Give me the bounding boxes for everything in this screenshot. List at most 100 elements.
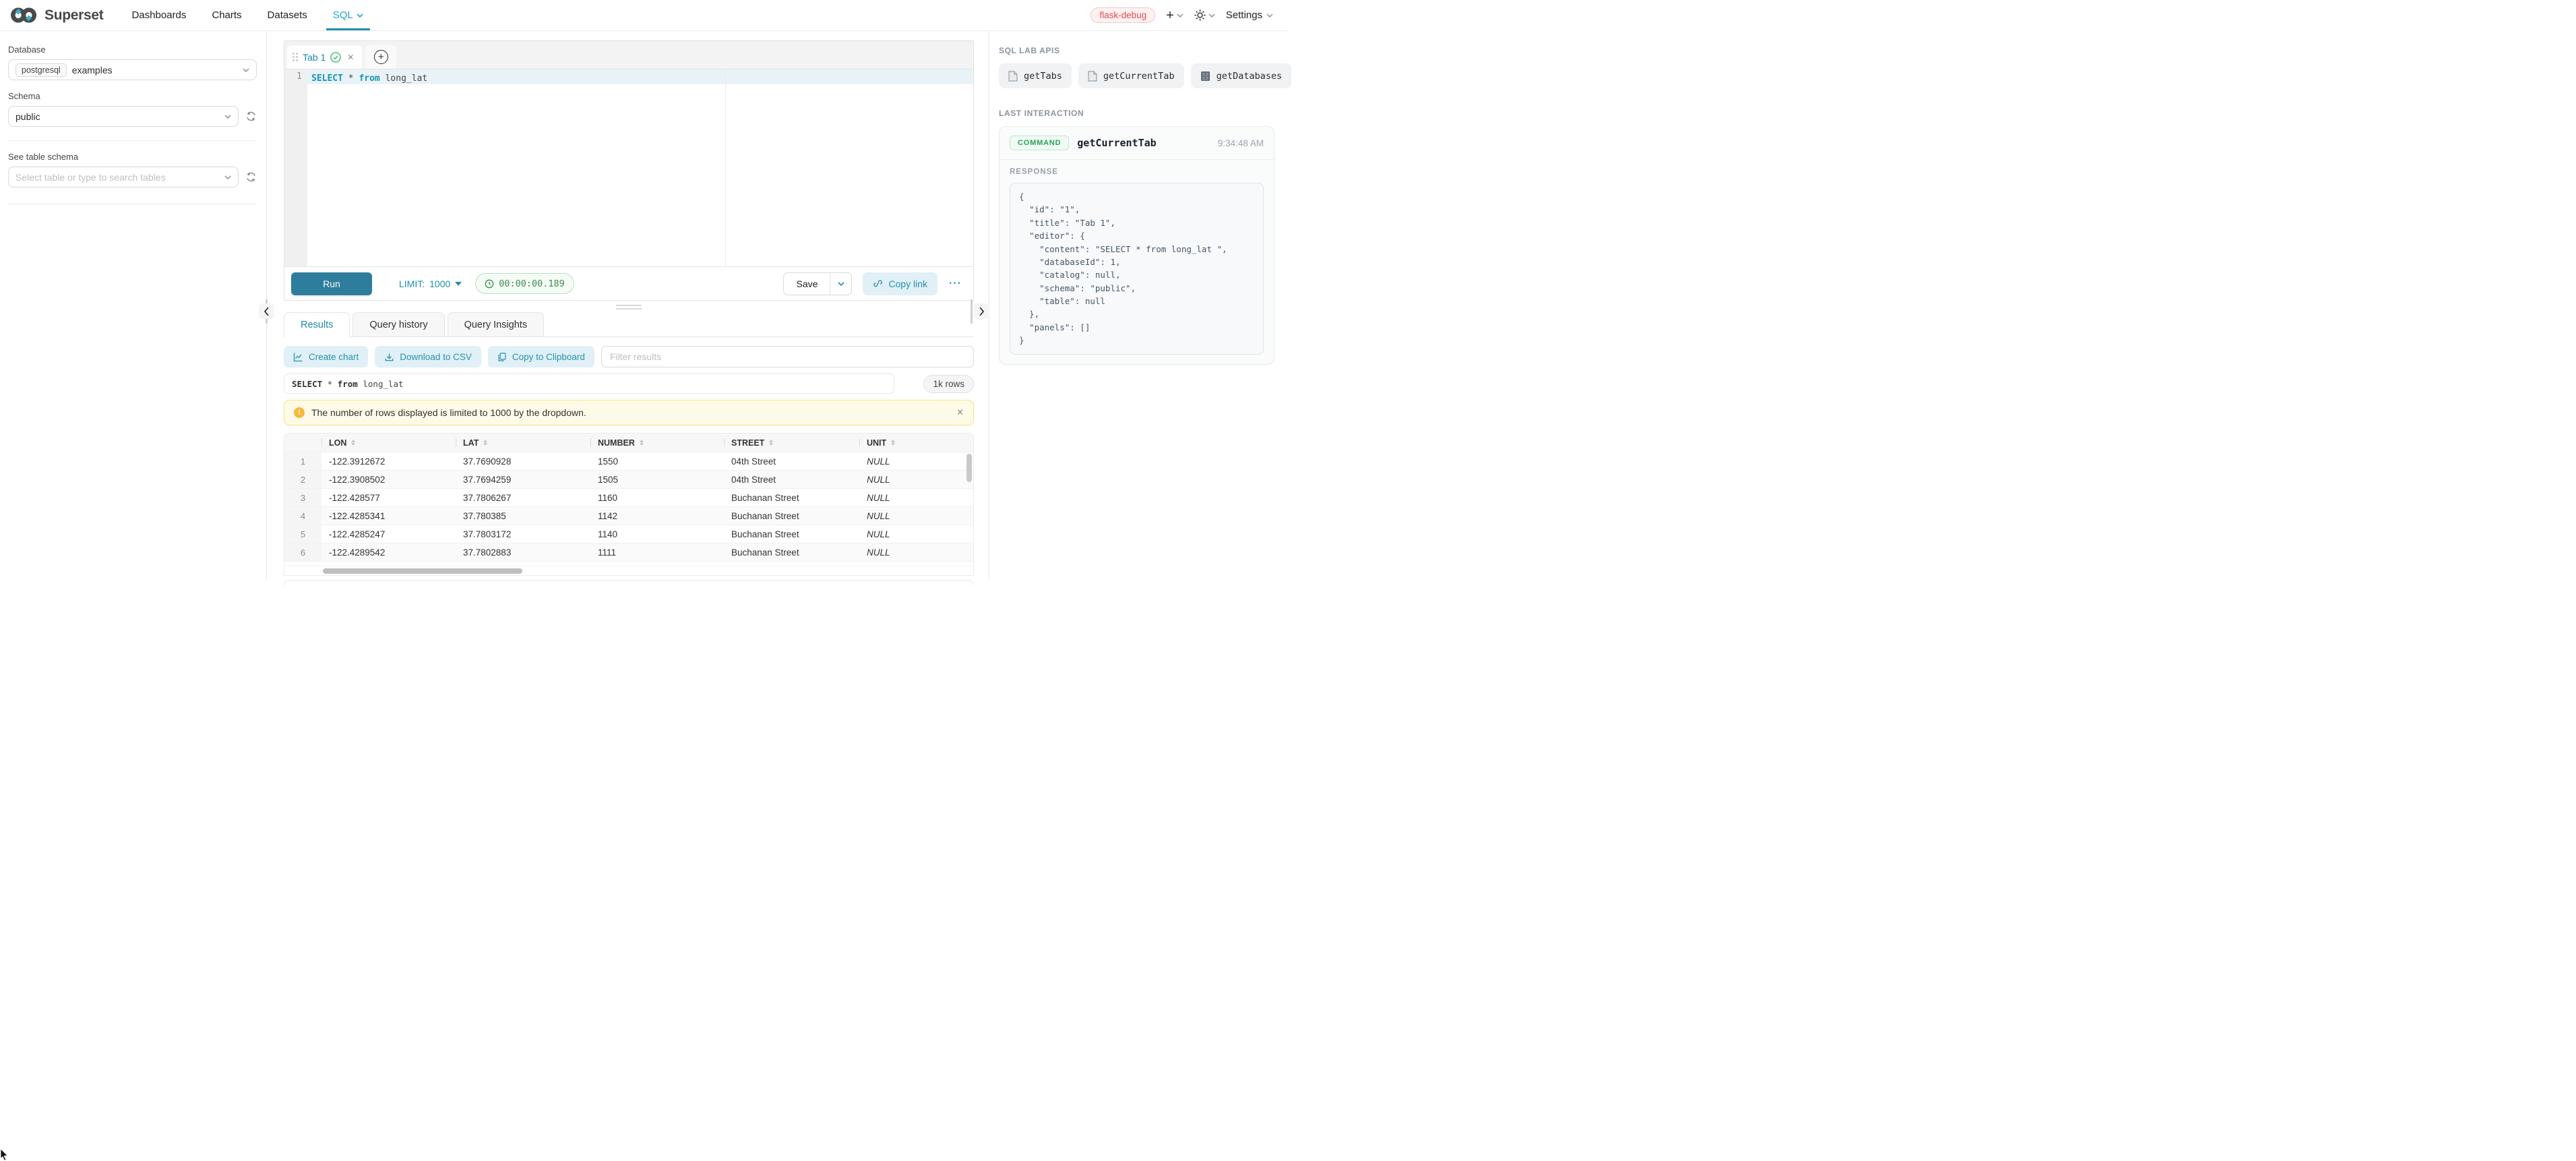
settings-menu[interactable]: Settings	[1226, 9, 1273, 21]
right-splitter-scrollbar[interactable]	[971, 299, 973, 324]
plus-circle-icon: +	[374, 50, 388, 64]
plus-icon: +	[1166, 9, 1174, 22]
page-icon	[1088, 71, 1097, 82]
sort-icon[interactable]	[891, 440, 895, 446]
nav-sql[interactable]: SQL	[333, 0, 363, 30]
sql-lab-api-panel: SQL LAB APIS getTabs getCurrentTab	[989, 31, 1288, 580]
results-panel: Results Query history Query Insights Cre…	[284, 311, 974, 585]
column-header-street[interactable]: STREET	[724, 434, 859, 452]
chevron-down-icon	[224, 175, 231, 179]
sort-icon[interactable]	[483, 440, 487, 446]
row-count-badge: 1k rows	[923, 375, 974, 393]
nav-datasets[interactable]: Datasets	[268, 0, 307, 30]
cell-lat: 37.7802883	[456, 543, 590, 561]
save-options-button[interactable]	[830, 273, 851, 295]
column-header-unit[interactable]: UNIT	[859, 434, 973, 452]
api-panel-title: SQL LAB APIS	[999, 46, 1275, 55]
row-number: 5	[284, 525, 321, 543]
save-button[interactable]: Save	[784, 273, 830, 295]
new-item-button[interactable]: +	[1166, 9, 1184, 22]
table-row[interactable]: 6 -122.4289542 37.7802883 1111 Buchanan …	[284, 543, 973, 561]
page-icon	[1008, 71, 1018, 82]
table-row[interactable]: 3 -122.428577 37.7806267 1160 Buchanan S…	[284, 488, 973, 506]
print-margin-line	[725, 69, 726, 266]
panel-resize-handle[interactable]	[284, 302, 974, 311]
tab-query-history[interactable]: Query history	[352, 312, 444, 336]
column-header-number[interactable]: NUMBER	[590, 434, 724, 452]
cell-number: 1505	[590, 471, 724, 488]
partial-row	[284, 561, 973, 566]
collapse-left-panel-button[interactable]	[259, 303, 274, 319]
add-tab-button[interactable]: +	[365, 45, 396, 69]
last-interaction-title: LAST INTERACTION	[999, 109, 1275, 118]
cell-number: 1550	[590, 452, 724, 470]
theme-toggle[interactable]	[1194, 9, 1215, 21]
results-tabs: Results Query history Query Insights	[284, 311, 974, 337]
chevron-down-icon	[1266, 13, 1273, 18]
limit-dropdown[interactable]: LIMIT: 1000	[399, 278, 462, 289]
main-nav: Dashboards Charts Datasets SQL	[131, 0, 363, 30]
line-number: 1	[284, 71, 302, 82]
download-icon	[384, 352, 394, 362]
scrollbar-thumb[interactable]	[323, 568, 522, 574]
drag-handle-icon[interactable]	[293, 53, 298, 61]
nav-dashboards[interactable]: Dashboards	[131, 0, 186, 30]
editor-tab-1[interactable]: Tab 1 ✕	[287, 45, 362, 69]
get-databases-button[interactable]: getDatabases	[1191, 63, 1292, 88]
get-tabs-button[interactable]: getTabs	[999, 63, 1072, 88]
nav-charts[interactable]: Charts	[212, 0, 241, 30]
executed-query-row: SELECT * from long_lat 1k rows	[284, 374, 974, 394]
create-chart-button[interactable]: Create chart	[284, 346, 368, 367]
cell-street: 04th Street	[724, 471, 859, 488]
check-circle-icon	[330, 52, 341, 63]
row-number: 2	[284, 471, 321, 488]
more-actions-button[interactable]: ⋯	[948, 276, 962, 291]
sql-editor-card: Tab 1 ✕ + 1	[284, 40, 974, 301]
cell-street: 04th Street	[724, 452, 859, 470]
collapse-right-panel-button[interactable]	[974, 303, 989, 319]
database-label: Database	[8, 44, 257, 55]
schema-label: Schema	[8, 91, 257, 101]
superset-logo[interactable]: Superset	[11, 6, 103, 24]
get-current-tab-button[interactable]: getCurrentTab	[1078, 63, 1184, 88]
filter-results-input[interactable]	[601, 346, 974, 367]
sql-code-editor[interactable]: 1 SELECT * from long_lat	[284, 69, 973, 266]
row-number: 6	[284, 543, 321, 561]
table-select[interactable]: Select table or type to search tables	[8, 167, 239, 187]
chevron-down-icon	[243, 68, 249, 72]
tab-results[interactable]: Results	[284, 312, 350, 337]
column-header-lat[interactable]: LAT	[456, 434, 590, 452]
database-select[interactable]: postgresql examples	[8, 59, 257, 80]
table-row[interactable]: 2 -122.3908502 37.7694259 1505 04th Stre…	[284, 470, 973, 488]
table-row[interactable]: 4 -122.4285341 37.780385 1142 Buchanan S…	[284, 506, 973, 525]
table-row[interactable]: 5 -122.4285247 37.7803172 1140 Buchanan …	[284, 525, 973, 543]
cell-lon: -122.428577	[321, 489, 456, 506]
schema-select[interactable]: public	[8, 106, 239, 127]
vertical-scrollbar-thumb[interactable]	[967, 454, 972, 482]
copy-to-clipboard-button[interactable]: Copy to Clipboard	[488, 346, 594, 367]
column-header-lon[interactable]: LON	[321, 434, 456, 452]
sort-icon[interactable]	[640, 440, 644, 446]
refresh-tables-icon[interactable]	[245, 171, 257, 183]
sort-icon[interactable]	[769, 440, 773, 446]
link-icon	[873, 278, 883, 289]
results-table: LON LAT NUMBER STREET UNIT 1 -122.391267…	[284, 433, 974, 576]
cell-unit: NULL	[859, 471, 973, 488]
download-csv-button[interactable]: Download to CSV	[375, 346, 481, 367]
run-button[interactable]: Run	[291, 272, 372, 295]
sort-icon[interactable]	[351, 440, 355, 446]
refresh-schemas-icon[interactable]	[245, 111, 257, 122]
table-schema-label: See table schema	[8, 152, 257, 162]
horizontal-scrollbar[interactable]	[284, 566, 973, 575]
chevron-down-icon	[357, 13, 363, 18]
row-number: 1	[284, 452, 321, 470]
editor-gutter: 1	[284, 69, 307, 266]
copy-link-button[interactable]: Copy link	[863, 272, 938, 295]
close-warning-icon[interactable]: ✕	[956, 407, 964, 418]
cell-street: Buchanan Street	[724, 507, 859, 525]
close-tab-icon[interactable]: ✕	[347, 53, 354, 62]
cell-lat: 37.7803172	[456, 525, 590, 543]
tab-query-insights[interactable]: Query Insights	[448, 312, 545, 336]
table-row[interactable]: 1 -122.3912672 37.7690928 1550 04th Stre…	[284, 452, 973, 470]
chevron-down-icon	[1208, 13, 1215, 18]
